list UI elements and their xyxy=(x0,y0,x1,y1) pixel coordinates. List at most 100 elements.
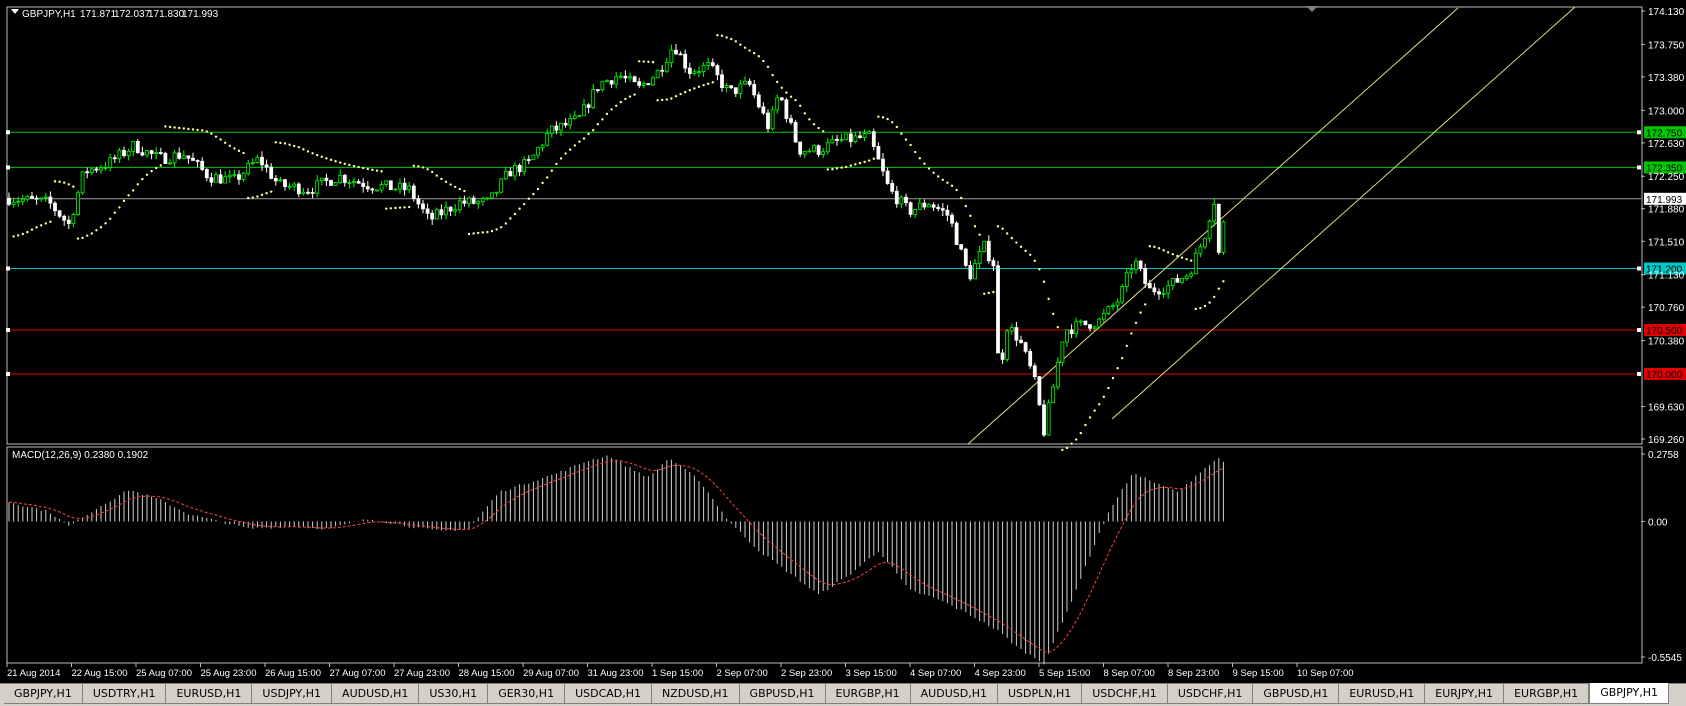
level-handle[interactable] xyxy=(1637,266,1641,271)
sar-dot xyxy=(872,157,875,160)
sar-dot xyxy=(734,40,737,43)
ohlc-high: 172.037 xyxy=(114,9,151,20)
candle-body xyxy=(1161,292,1166,295)
symbol-tab[interactable]: EURUSD,H1 xyxy=(166,684,253,704)
level-handle[interactable] xyxy=(6,130,10,135)
symbol-tab[interactable]: GBPJPY,H1 xyxy=(4,684,83,704)
price-tick-label: 172.250 xyxy=(1648,172,1685,183)
sar-dot xyxy=(891,121,894,124)
symbol-tab[interactable]: GBPUSD,H1 xyxy=(739,684,826,704)
candle-body xyxy=(628,76,632,79)
candle-body xyxy=(388,180,393,191)
level-handle[interactable] xyxy=(1637,130,1641,135)
symbol-tab[interactable]: NZDUSD,H1 xyxy=(652,684,740,704)
level-handle[interactable] xyxy=(1637,328,1641,333)
candle-body xyxy=(1092,326,1097,329)
candle-body xyxy=(315,180,320,194)
sar-dot xyxy=(720,34,724,38)
level-handle[interactable] xyxy=(6,371,10,376)
sar-dot xyxy=(739,43,742,46)
symbol-tab[interactable]: GBPJPY,H1 xyxy=(1589,683,1670,704)
candle-body xyxy=(1193,252,1198,275)
symbol-tab[interactable]: EURGBP,H1 xyxy=(825,684,911,704)
sar-dot xyxy=(104,222,107,225)
level-handle[interactable] xyxy=(1637,371,1641,376)
sar-dot xyxy=(288,143,291,146)
sar-dot xyxy=(858,161,862,165)
sar-dot xyxy=(1134,321,1138,325)
candle-body xyxy=(674,49,678,55)
sar-dot xyxy=(421,166,425,169)
sar-dot xyxy=(904,138,908,141)
symbol-tab[interactable]: AUDUSD,H1 xyxy=(910,684,998,704)
sar-dot xyxy=(467,232,471,236)
symbol-tab[interactable]: GER30,H1 xyxy=(488,684,566,704)
candle-body xyxy=(204,169,209,179)
sar-dot xyxy=(159,164,162,167)
sar-dot xyxy=(375,169,379,172)
sar-dot xyxy=(435,174,438,177)
symbol-tab[interactable]: USDPLN,H1 xyxy=(997,684,1083,704)
candle-body xyxy=(301,191,306,195)
sar-dot xyxy=(1180,256,1184,259)
candle-body xyxy=(499,178,504,193)
candle-body xyxy=(899,196,904,205)
candle-body xyxy=(444,206,448,216)
candle-body xyxy=(172,152,177,164)
candle-body xyxy=(651,77,655,86)
sar-dot xyxy=(477,231,480,235)
sar-dot xyxy=(909,143,912,147)
sar-dot xyxy=(256,195,259,198)
candle-body xyxy=(821,151,826,155)
candle-body xyxy=(310,192,315,194)
candle-body xyxy=(853,135,858,143)
sar-dot xyxy=(21,232,24,236)
candle-body xyxy=(122,149,126,156)
symbol-tab[interactable]: EURGBP,H1 xyxy=(1504,684,1590,704)
candle-body xyxy=(646,83,651,86)
sar-dot xyxy=(527,197,530,200)
level-handle[interactable] xyxy=(6,165,10,170)
sar-dot xyxy=(426,168,429,171)
symbol-tab[interactable]: EURJPY,H1 xyxy=(1425,684,1505,704)
symbol-tab[interactable]: USDJPY,H1 xyxy=(252,684,333,704)
sar-dot xyxy=(1102,395,1106,399)
candle-body xyxy=(232,174,237,177)
candle-body xyxy=(577,115,582,118)
sar-dot xyxy=(679,92,682,96)
level-price-label: 170.500 xyxy=(1646,326,1683,337)
chart-canvas[interactable]: GBPJPY,H1 171.871 172.037 171.830 171.99… xyxy=(0,0,1686,683)
candle-body xyxy=(416,198,421,205)
sar-dot xyxy=(688,89,691,92)
candle-body xyxy=(568,118,573,126)
candle-body xyxy=(664,62,669,72)
candle-body xyxy=(237,174,241,180)
level-handle[interactable] xyxy=(6,328,10,333)
symbol-tab[interactable]: US30,H1 xyxy=(419,684,489,704)
candle-body xyxy=(950,214,954,224)
candle-body xyxy=(931,204,936,208)
sar-dot xyxy=(164,125,167,128)
candle-body xyxy=(503,170,508,180)
sar-dot xyxy=(274,141,277,144)
candle-body xyxy=(264,164,269,168)
symbol-tab[interactable]: USDCHF,H1 xyxy=(1167,684,1254,704)
sar-dot xyxy=(835,167,839,170)
level-handle[interactable] xyxy=(6,266,10,271)
price-tick-label: 169.630 xyxy=(1648,402,1685,413)
sar-dot xyxy=(182,127,185,130)
sar-dot xyxy=(730,37,733,41)
symbol-tab[interactable]: USDCAD,H1 xyxy=(565,684,653,704)
price-tick-label: 169.260 xyxy=(1648,435,1685,446)
sar-dot xyxy=(113,211,117,214)
symbol-tab[interactable]: GBPUSD,H1 xyxy=(1253,684,1340,704)
symbol-tab[interactable]: USDCHF,H1 xyxy=(1082,684,1168,704)
symbol-tab[interactable]: USDTRY,H1 xyxy=(82,684,167,704)
sar-dot xyxy=(642,60,645,63)
symbol-tab[interactable]: EURUSD,H1 xyxy=(1339,684,1426,704)
sar-dot xyxy=(1130,332,1133,335)
sar-dot xyxy=(251,196,254,199)
sar-dot xyxy=(118,206,121,209)
level-handle[interactable] xyxy=(1637,165,1641,170)
symbol-tab[interactable]: AUDUSD,H1 xyxy=(332,684,420,704)
